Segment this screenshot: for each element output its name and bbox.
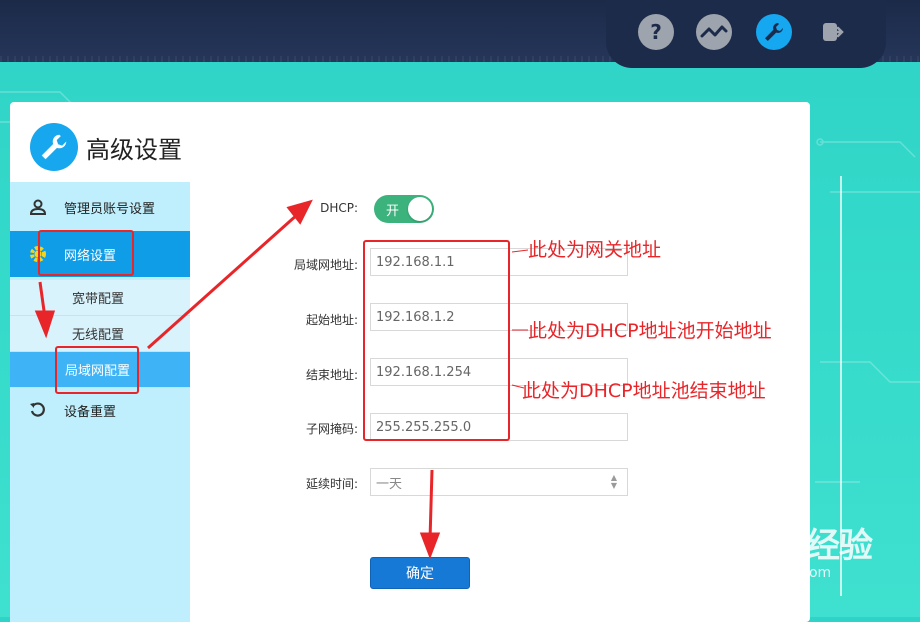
- dhcp-toggle-text: 开: [386, 203, 400, 219]
- sidebar-subitem-label: 宽带配置: [72, 292, 125, 307]
- annotation-pool-end: 此处为DHCP地址池结束地址: [522, 380, 766, 402]
- status-icon[interactable]: [696, 14, 732, 50]
- lease-time-value: 一天: [376, 476, 403, 492]
- annotation-box-lan-config: [55, 346, 139, 394]
- baidu-watermark: Baidu经验 jingyan.baidu.com: [702, 518, 873, 581]
- subnet-mask-label: 子网掩码:: [305, 422, 358, 436]
- lease-time-label: 延续时间:: [305, 477, 358, 491]
- watermark-main: Baidu经验: [702, 526, 873, 566]
- svg-text:?: ?: [650, 21, 662, 43]
- panel-header: 高级设置: [30, 122, 182, 172]
- reset-icon: [28, 400, 48, 420]
- sidebar-subitem-label: 无线配置: [72, 328, 125, 343]
- sidebar-subitem-broadband[interactable]: 宽带配置: [10, 280, 190, 316]
- logout-icon[interactable]: [814, 14, 850, 50]
- toggle-knob: [408, 197, 432, 221]
- sidebar-item-device-reset[interactable]: 设备重置: [10, 388, 190, 432]
- annotation-gateway: 此处为网关地址: [528, 239, 662, 261]
- lan-address-label: 局域网地址:: [293, 258, 358, 272]
- annotation-pool-start: 此处为DHCP地址池开始地址: [528, 320, 772, 342]
- wrench-icon: [30, 123, 78, 171]
- lease-time-select[interactable]: 一天 ▲ ▼: [370, 468, 628, 496]
- user-icon: [28, 197, 48, 217]
- dhcp-label: DHCP:: [320, 201, 358, 215]
- end-address-label: 结束地址:: [305, 368, 358, 382]
- settings-wrench-icon[interactable]: [756, 14, 792, 50]
- start-address-label: 起始地址:: [305, 313, 358, 327]
- watermark-sub: jingyan.baidu.com: [702, 565, 832, 581]
- sidebar-item-admin-account[interactable]: 管理员账号设置: [10, 185, 190, 229]
- page-title: 高级设置: [86, 135, 182, 164]
- sidebar-item-label: 设备重置: [64, 404, 117, 420]
- confirm-button[interactable]: 确定: [370, 557, 470, 589]
- annotation-box-address-fields: [363, 240, 510, 441]
- annotation-box-network-settings: [38, 230, 134, 276]
- help-icon[interactable]: ?: [638, 14, 674, 50]
- sidebar-item-label: 管理员账号设置: [64, 201, 156, 217]
- spinner-arrows-icon[interactable]: ▲ ▼: [611, 474, 617, 490]
- dhcp-toggle[interactable]: 开: [374, 195, 434, 223]
